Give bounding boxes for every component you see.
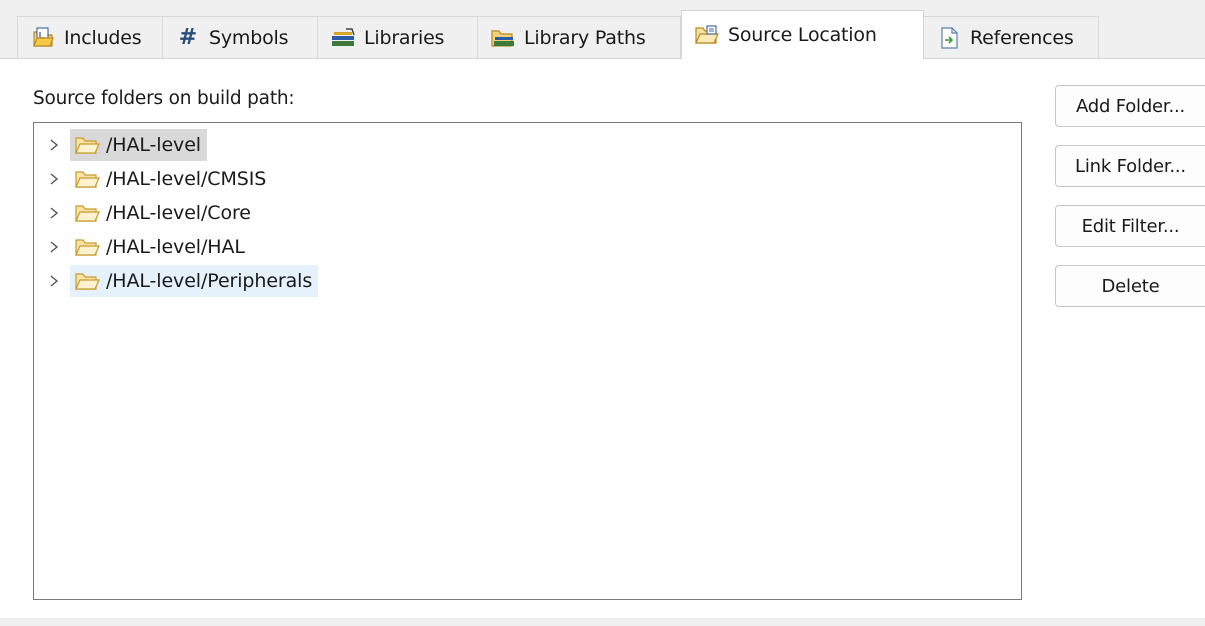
includes-icon	[30, 25, 56, 51]
tree-item-label: /HAL-level/HAL	[106, 236, 245, 258]
tab-source-location[interactable]: Source Location	[681, 10, 924, 59]
hash-icon: #	[178, 25, 198, 50]
tree-item-label: /HAL-level/Core	[106, 202, 251, 224]
references-icon	[936, 25, 962, 51]
tree-item[interactable]: /HAL-level/HAL	[70, 231, 251, 263]
delete-button[interactable]: Delete	[1055, 265, 1205, 307]
tree-row[interactable]: /HAL-level	[46, 129, 207, 161]
folder-icon	[75, 239, 100, 256]
tree-item[interactable]: /HAL-level/Core	[70, 197, 257, 229]
tree-row[interactable]: /HAL-level/Peripherals	[46, 265, 319, 297]
tree-item[interactable]: /HAL-level/Peripherals	[70, 265, 319, 297]
folder-icon	[75, 137, 100, 154]
tree-row[interactable]: /HAL-level/HAL	[46, 231, 251, 263]
chevron-right-icon[interactable]	[46, 137, 62, 153]
link-folder-button[interactable]: Link Folder...	[1055, 145, 1205, 187]
edit-filter-button[interactable]: Edit Filter...	[1055, 205, 1205, 247]
tree-row[interactable]: /HAL-level/CMSIS	[46, 163, 272, 195]
libraries-icon	[330, 25, 356, 51]
add-folder-button[interactable]: Add Folder...	[1055, 85, 1205, 127]
tree-item-label: /HAL-level	[106, 134, 201, 156]
source-location-panel: Source folders on build path: /HAL-level	[0, 59, 1205, 626]
tab-label: Source Location	[728, 24, 877, 46]
tab-references[interactable]: References	[924, 16, 1099, 58]
chevron-right-icon[interactable]	[46, 273, 62, 289]
source-location-icon	[694, 22, 720, 48]
tree-item[interactable]: /HAL-level/CMSIS	[70, 163, 272, 195]
tab-label: Libraries	[364, 26, 445, 49]
folder-icon	[75, 205, 100, 222]
tree-item-label: /HAL-level/Peripherals	[106, 270, 313, 292]
tab-includes[interactable]: Includes	[17, 16, 163, 58]
chevron-right-icon[interactable]	[46, 171, 62, 187]
tree-item[interactable]: /HAL-level	[70, 129, 207, 161]
panel-footer-strip	[0, 618, 1205, 626]
tab-symbols[interactable]: # Symbols	[163, 16, 318, 58]
tab-label: Library Paths	[524, 26, 646, 49]
source-folder-tree[interactable]: /HAL-level /HAL-level/CMSIS /HAL-level/C…	[33, 122, 1022, 600]
library-paths-icon	[490, 25, 516, 51]
chevron-right-icon[interactable]	[46, 239, 62, 255]
tab-label: Symbols	[209, 26, 289, 49]
tab-label: References	[970, 26, 1074, 49]
tree-item-label: /HAL-level/CMSIS	[106, 168, 267, 190]
tab-strip: Includes # Symbols Libraries Library Pat…	[0, 0, 1205, 59]
tab-libraries[interactable]: Libraries	[318, 16, 478, 58]
folder-icon	[75, 273, 100, 290]
tab-label: Includes	[64, 26, 142, 49]
chevron-right-icon[interactable]	[46, 205, 62, 221]
folder-icon	[75, 171, 100, 188]
tree-heading: Source folders on build path:	[33, 88, 295, 109]
tab-library-paths[interactable]: Library Paths	[478, 16, 681, 58]
tree-row[interactable]: /HAL-level/Core	[46, 197, 257, 229]
